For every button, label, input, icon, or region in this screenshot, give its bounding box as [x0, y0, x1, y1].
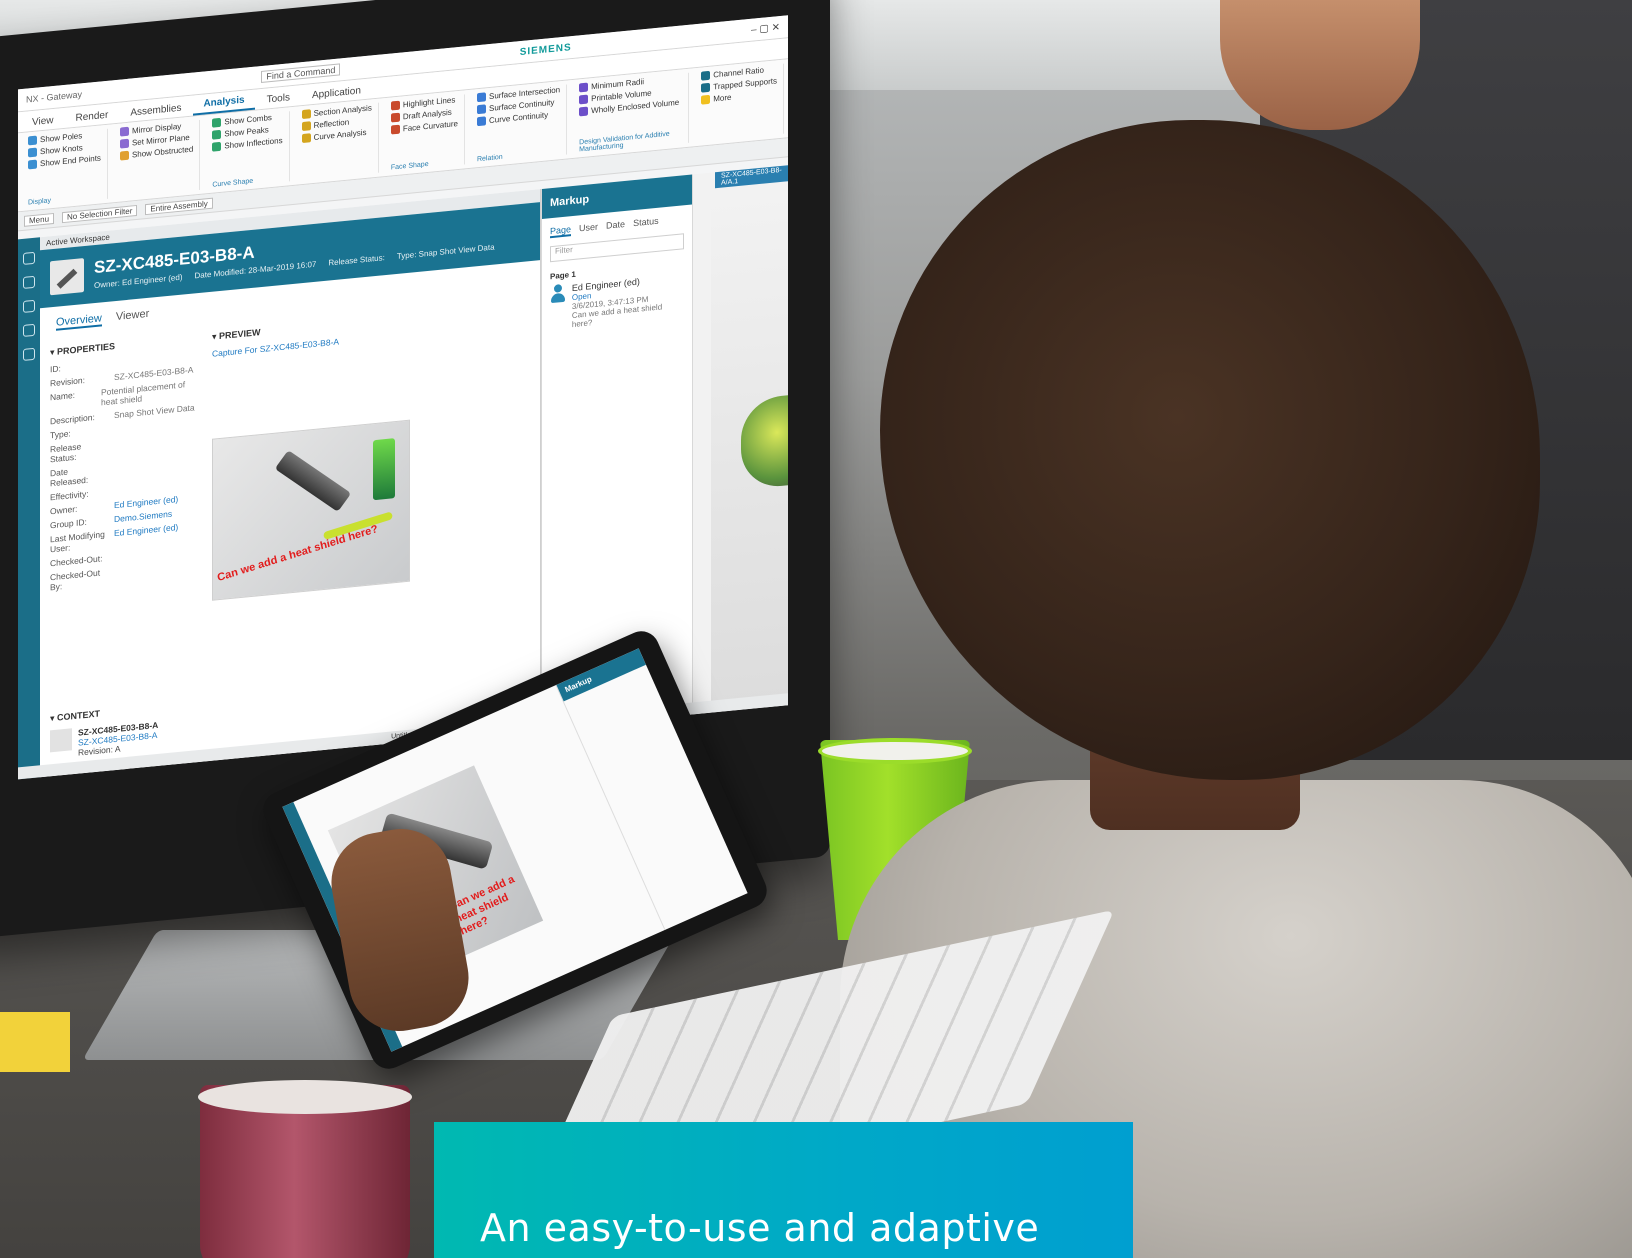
markup-tab-user[interactable]: User: [579, 222, 598, 236]
ribbon-caption-face-shape: Face Shape: [390, 160, 429, 172]
photo-scene: NX - Gateway Find a Command SIEMENS – ▢ …: [0, 0, 1632, 1258]
assembly-scope-select[interactable]: Entire Assembly: [145, 197, 213, 215]
star-icon[interactable]: [23, 323, 35, 337]
3d-viewport[interactable]: SZ-XC485-E03-B8-A/A.1: [711, 165, 788, 713]
caption-text: An easy-to-use and adaptive: [480, 1206, 1040, 1250]
3d-model: [741, 375, 788, 509]
object-release-status: Release Status:: [328, 253, 385, 268]
green-cup-rim: [818, 738, 972, 764]
user-avatar-icon: [550, 284, 566, 304]
menu-button[interactable]: Menu: [24, 212, 55, 227]
pink-mug-rim: [198, 1080, 412, 1114]
monitor-screen: NX - Gateway Find a Command SIEMENS – ▢ …: [18, 15, 788, 780]
gateway-panel: Active Workspace SZ-XC485-E03-B8-A Owner…: [40, 189, 541, 778]
preview-component-shape: [373, 438, 395, 501]
right-toolbar: [692, 172, 711, 715]
tab-overview[interactable]: Overview: [56, 312, 102, 331]
ribbon-caption-display: Display: [28, 197, 51, 207]
ribbon-group-mirror: Mirror Display Set Mirror Plane Show Obs…: [113, 119, 201, 199]
context-thumbnail: [50, 728, 72, 753]
model-assembly-shape: [741, 391, 788, 490]
tab-viewer[interactable]: Viewer: [116, 308, 149, 325]
caption-box: An easy-to-use and adaptive: [434, 1122, 1133, 1258]
markup-tab-status[interactable]: Status: [633, 216, 659, 230]
viewport-tab[interactable]: SZ-XC485-E03-B8-A/A.1: [715, 165, 788, 189]
history-icon[interactable]: [23, 347, 35, 361]
command-search-input[interactable]: Find a Command: [261, 63, 341, 83]
ribbon-group-additive: Minimum Radii Printable Volume Wholly En…: [573, 72, 690, 154]
window-title: NX - Gateway: [26, 89, 83, 105]
ribbon-caption-curve-shape: Curve Shape: [212, 177, 254, 189]
ribbon-group-face-shape: Highlight Lines Draft Analysis Face Curv…: [384, 94, 465, 173]
brand-logo: SIEMENS: [519, 41, 572, 58]
context-section: ▾ CONTEXT SZ-XC485-E03-B8-A SZ-XC485-E03…: [50, 697, 158, 760]
ribbon-group-relation: Surface Intersection Surface Continuity …: [470, 84, 568, 164]
selection-filter-select[interactable]: No Selection Filter: [62, 204, 138, 223]
home-icon[interactable]: [23, 251, 35, 265]
markup-tab-page[interactable]: Page: [550, 224, 572, 239]
ribbon-group-curve-shape: Show Combs Show Peaks Show Inflections C…: [206, 111, 290, 190]
sticky-note: [0, 1012, 70, 1072]
context-item[interactable]: SZ-XC485-E03-B8-A SZ-XC485-E03-B8-A Revi…: [50, 720, 158, 760]
properties-section: ▾ PROPERTIES ID: Revision: SZ-XC485-E03-B…: [50, 327, 200, 616]
window-controls[interactable]: – ▢ ✕: [751, 22, 780, 36]
left-nav-rail: [18, 237, 40, 780]
preview-annotation: Can we add a heat shield here?: [216, 522, 380, 584]
tablet-annotation: Can we add a heat shield here?: [447, 873, 517, 938]
preview-part-shape: [274, 450, 352, 512]
ribbon-group-more: Channel Ratio Trapped Supports More: [695, 63, 784, 143]
markup-entry[interactable]: Ed Engineer (ed) Open 3/6/2019, 3:47:13 …: [550, 272, 684, 331]
markup-tab-date[interactable]: Date: [606, 219, 625, 233]
ribbon-group-analysis: Section Analysis Reflection Curve Analys…: [295, 102, 379, 181]
overview-columns: ▾ PROPERTIES ID: Revision: SZ-XC485-E03-B…: [40, 288, 540, 623]
folder-icon[interactable]: [23, 275, 35, 289]
ribbon-group-display: Show Poles Show Knots Show End Points Di…: [22, 128, 108, 208]
preview-section: ▾ PREVIEW Capture For SZ-XC485-E03-B8-A …: [212, 295, 530, 601]
object-thumbnail: [50, 258, 84, 296]
search-icon[interactable]: [23, 299, 35, 313]
preview-image[interactable]: Can we add a heat shield here?: [212, 419, 410, 601]
